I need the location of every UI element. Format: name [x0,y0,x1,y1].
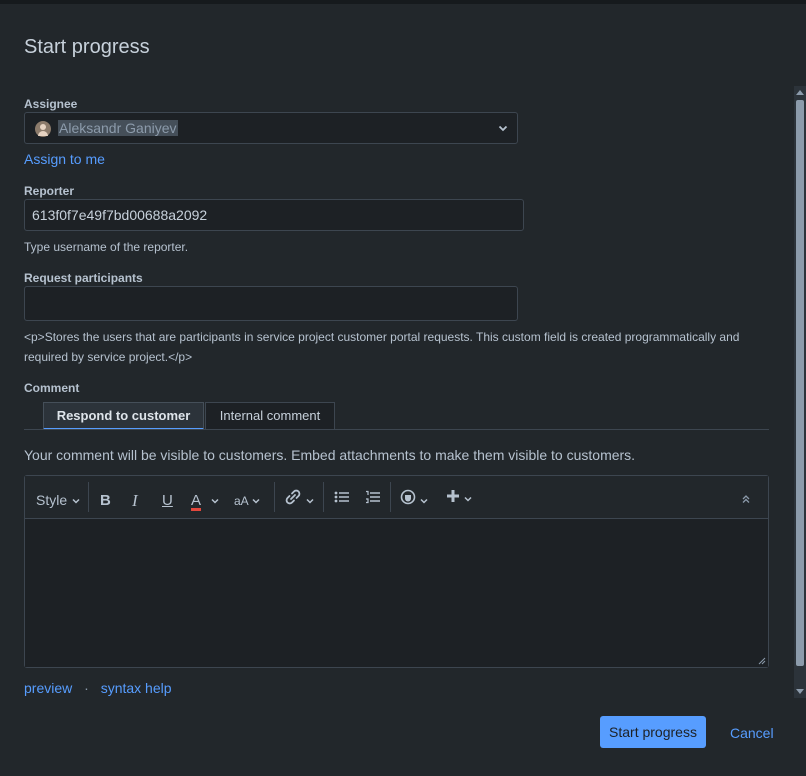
italic-button[interactable]: I [132,491,138,511]
assignee-value: Aleksandr Ganiyev [58,120,178,136]
chevron-down-icon [464,496,472,502]
tabs-divider [24,429,769,430]
chevron-down-icon[interactable] [497,121,509,139]
reporter-label: Reporter [24,184,75,198]
collapse-toolbar-button[interactable] [741,491,751,508]
link-separator: · [84,680,89,696]
chevron-down-icon [72,498,80,504]
chevron-down-icon [252,498,260,504]
scrollbar-thumb[interactable] [796,100,804,666]
chevron-down-icon [211,498,219,504]
scroll-up-icon[interactable] [796,90,804,95]
underline-button[interactable]: U [162,492,173,509]
chevron-down-icon [306,498,314,504]
comment-notice: Your comment will be visible to customer… [24,447,636,463]
toolbar-separator [323,482,324,512]
cancel-button[interactable]: Cancel [730,725,774,741]
chevron-down-icon [420,498,428,504]
reporter-field[interactable]: 613f0f7e49f7bd00688a2092 [24,199,524,231]
vertical-scrollbar[interactable] [794,86,806,698]
participants-help-line2: required by service project.</p> [24,350,193,364]
preview-link[interactable]: preview [24,680,72,696]
numbered-list-button[interactable] [365,490,381,508]
toolbar-separator [274,482,275,512]
text-size-button[interactable]: aA [234,494,260,508]
bullet-list-icon [334,491,349,503]
toolbar-separator [390,482,391,512]
link-button[interactable] [284,489,314,509]
reporter-value: 613f0f7e49f7bd00688a2092 [32,207,208,223]
syntax-help-link[interactable]: syntax help [101,680,172,696]
link-icon [285,489,301,505]
toolbar-separator [88,482,89,512]
numbered-list-icon [366,490,380,504]
tab-internal-comment[interactable]: Internal comment [205,402,335,430]
dialog-title: Start progress [24,36,150,58]
start-progress-dialog: Start progress Assignee Aleksandr Ganiye… [0,0,806,776]
bold-button[interactable]: B [100,492,111,509]
avatar [35,121,51,137]
scroll-down-icon[interactable] [796,689,804,694]
double-chevron-up-icon [742,495,750,503]
participants-help-line1: <p>Stores the users that are participant… [24,330,740,344]
editor-toolbar: Style B I U A aA [25,476,768,519]
tab-respond-to-customer[interactable]: Respond to customer [43,402,204,430]
dialog-body[interactable]: Assignee Aleksandr Ganiyev Assign to me … [0,86,806,698]
assignee-label: Assignee [24,97,78,111]
bullet-list-button[interactable] [334,490,350,508]
editor-links: preview · syntax help [24,680,172,696]
reporter-help: Type username of the reporter. [24,240,189,254]
insert-more-button[interactable] [446,489,472,507]
comment-label: Comment [24,381,80,395]
comment-textarea[interactable] [25,519,768,667]
participants-field[interactable] [24,286,518,321]
resize-handle-icon[interactable] [758,657,766,665]
style-dropdown[interactable]: Style [36,492,80,508]
emoji-button[interactable] [400,489,428,509]
text-color-button[interactable]: A [191,492,219,511]
assign-to-me-link[interactable]: Assign to me [24,151,105,167]
start-progress-button[interactable]: Start progress [600,716,706,748]
emoji-icon [400,489,416,505]
assignee-select[interactable]: Aleksandr Ganiyev [24,112,518,144]
comment-editor: Style B I U A aA [24,475,769,668]
plus-icon [447,490,459,502]
participants-label: Request participants [24,271,143,285]
